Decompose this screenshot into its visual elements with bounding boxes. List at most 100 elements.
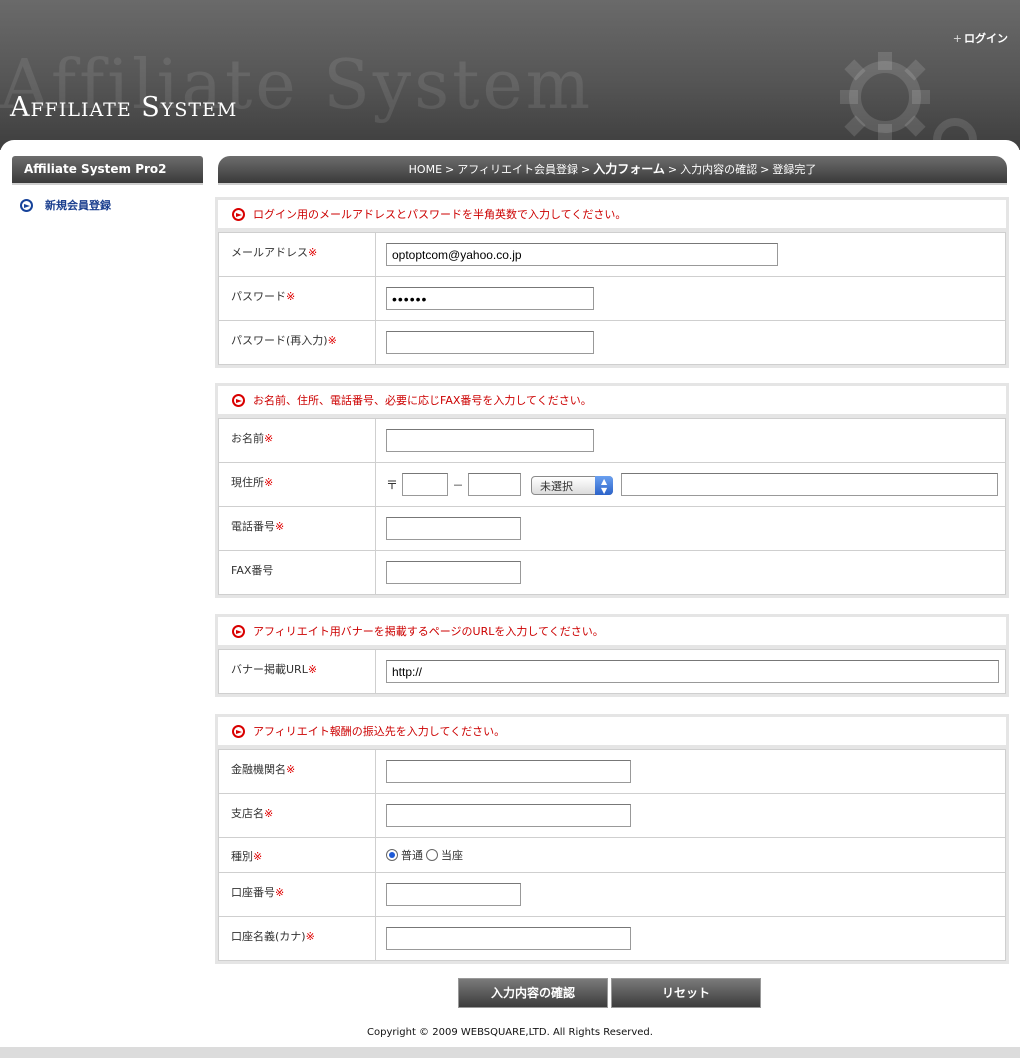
address-field[interactable] [621, 473, 999, 496]
table-row: 電話番号※ [218, 506, 1006, 551]
section-heading-text: アフィリエイト報酬の振込先を入力してください。 [253, 725, 506, 738]
contact-form-table: お名前※ 現住所※ 〒 － 未選択 ▲ ▼ 電話番号※ FAX番号 [218, 418, 1006, 595]
section-heading-text: お名前、住所、電話番号、必要に応じFAX番号を入力してください。 [253, 394, 592, 407]
zip-mark: 〒 [386, 477, 399, 492]
password-field[interactable] [386, 287, 594, 310]
sidebar: Affiliate System Pro2 新規会員登録 [12, 156, 203, 213]
table-row: お名前※ [218, 418, 1006, 463]
required-mark: ※ [264, 476, 274, 489]
prefecture-select[interactable]: 未選択 ▲ ▼ [531, 476, 614, 495]
login-form-table: メールアドレス※ パスワード※ パスワード(再入力)※ [218, 232, 1006, 365]
tel-field[interactable] [386, 517, 521, 540]
table-row: FAX番号 [218, 550, 1006, 595]
breadcrumb: HOME > アフィリエイト会員登録 > 入力フォーム > 入力内容の確認 > 登録完了 [218, 156, 1007, 185]
section-login: ログイン用のメールアドレスとパスワードを半角英数で入力してください。 メールアド… [215, 197, 1009, 368]
chevron-right-icon: > [760, 163, 770, 176]
table-row: パスワード※ [218, 276, 1006, 321]
bank-name-label: 金融機関名※ [218, 749, 376, 794]
banner-form-table: バナー掲載URL※ [218, 649, 1006, 694]
zip-dash: － [452, 478, 464, 492]
table-row: 種別※ 普通 当座 [218, 837, 1006, 873]
chevron-right-icon: > [667, 163, 678, 176]
bottom-band [0, 1047, 1020, 1058]
arrow-circle-icon [20, 198, 33, 212]
chevron-right-icon: > [581, 163, 591, 176]
copyright: Copyright © 2009 WEBSQUARE,LTD. All Righ… [367, 1027, 653, 1038]
section-heading: ログイン用のメールアドレスとパスワードを半角英数で入力してください。 [218, 200, 1006, 228]
required-mark: ※ [327, 334, 337, 347]
password-confirm-label: パスワード(再入力)※ [218, 320, 376, 365]
banner-url-field[interactable] [386, 660, 999, 683]
breadcrumb-home[interactable]: HOME [409, 163, 442, 176]
required-mark: ※ [286, 290, 296, 303]
banner-url-label: バナー掲載URL※ [218, 649, 376, 694]
required-mark: ※ [286, 763, 296, 776]
section-heading-text: アフィリエイト用バナーを掲載するページのURLを入力してください。 [253, 625, 604, 638]
sidebar-title: Affiliate System Pro2 [12, 156, 203, 185]
section-bank: アフィリエイト報酬の振込先を入力してください。 金融機関名※ 支店名※ 種別※ … [215, 714, 1009, 964]
section-banner: アフィリエイト用バナーを掲載するページのURLを入力してください。 バナー掲載U… [215, 614, 1009, 697]
required-mark: ※ [307, 663, 318, 676]
section-heading: お名前、住所、電話番号、必要に応じFAX番号を入力してください。 [218, 386, 1006, 414]
password-label: パスワード※ [218, 276, 376, 321]
bank-name-field[interactable] [386, 760, 631, 783]
name-label: お名前※ [218, 418, 376, 463]
bank-form-table: 金融機関名※ 支店名※ 種別※ 普通 当座 口座番号※ 口座名義(カナ)※ [218, 749, 1006, 961]
account-number-label: 口座番号※ [218, 872, 376, 917]
section-heading-text: ログイン用のメールアドレスとパスワードを半角英数で入力してください。 [253, 208, 627, 221]
required-mark: ※ [264, 432, 274, 445]
login-link-label: ログイン [964, 32, 1008, 45]
header: Affiliate System Affiliate System + ログイン [0, 0, 1020, 150]
table-row: 金融機関名※ [218, 749, 1006, 794]
branch-name-field[interactable] [386, 804, 631, 827]
zip-first-field[interactable] [402, 473, 449, 496]
confirm-button[interactable]: 入力内容の確認 [458, 978, 608, 1008]
account-type-label: 種別※ [218, 837, 376, 873]
table-row: バナー掲載URL※ [218, 649, 1006, 694]
address-label: 現住所※ [218, 462, 376, 507]
breadcrumb-complete: 登録完了 [772, 163, 817, 176]
email-label: メールアドレス※ [218, 232, 376, 277]
table-row: 口座名義(カナ)※ [218, 916, 1006, 961]
password-confirm-field[interactable] [386, 331, 594, 354]
site-logo[interactable]: Affiliate System [10, 92, 237, 123]
gears-icon [840, 52, 977, 150]
account-name-label: 口座名義(カナ)※ [218, 916, 376, 961]
select-arrows-icon: ▲ ▼ [595, 476, 614, 495]
tel-label: 電話番号※ [218, 506, 376, 551]
table-row: 支店名※ [218, 793, 1006, 838]
branch-name-label: 支店名※ [218, 793, 376, 838]
sidebar-item-new-member[interactable]: 新規会員登録 [12, 197, 203, 213]
required-mark: ※ [308, 246, 318, 259]
table-row: 口座番号※ [218, 872, 1006, 917]
breadcrumb-affiliate-register[interactable]: アフィリエイト会員登録 [457, 163, 578, 176]
required-mark: ※ [305, 930, 315, 943]
arrow-circle-icon [232, 624, 245, 638]
section-contact: お名前、住所、電話番号、必要に応じFAX番号を入力してください。 お名前※ 現住… [215, 383, 1009, 598]
breadcrumb-current: 入力フォーム [593, 162, 665, 176]
radio-current-label: 当座 [441, 849, 463, 862]
required-mark: ※ [264, 807, 274, 820]
account-number-field[interactable] [386, 883, 521, 906]
section-heading: アフィリエイト報酬の振込先を入力してください。 [218, 717, 1006, 745]
required-mark: ※ [253, 850, 263, 863]
breadcrumb-confirm: 入力内容の確認 [680, 163, 758, 176]
name-field[interactable] [386, 429, 594, 452]
radio-ordinary[interactable] [386, 849, 398, 861]
fax-field[interactable] [386, 561, 521, 584]
account-name-field[interactable] [386, 927, 631, 950]
chevron-right-icon: > [445, 163, 455, 176]
email-field[interactable] [386, 243, 778, 266]
login-link[interactable]: + ログイン [953, 30, 1008, 46]
required-mark: ※ [275, 886, 285, 899]
zip-second-field[interactable] [468, 473, 522, 496]
sidebar-item-label: 新規会員登録 [45, 199, 111, 212]
table-row: メールアドレス※ [218, 232, 1006, 277]
table-row: 現住所※ 〒 － 未選択 ▲ ▼ [218, 462, 1006, 507]
radio-current[interactable] [426, 849, 438, 861]
table-row: パスワード(再入力)※ [218, 320, 1006, 365]
radio-ordinary-label: 普通 [401, 849, 423, 862]
arrow-circle-icon [232, 207, 245, 221]
reset-button[interactable]: リセット [611, 978, 761, 1008]
required-mark: ※ [275, 520, 285, 533]
